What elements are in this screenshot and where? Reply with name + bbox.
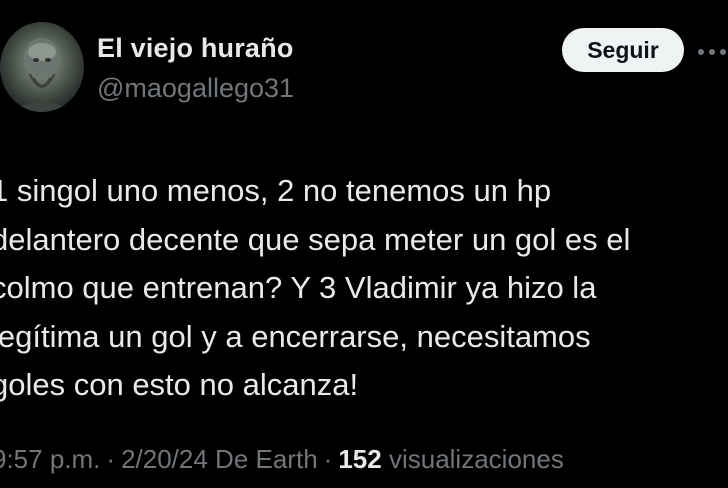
avatar[interactable] [0,22,84,112]
tweet-text-line: 1 singol uno menos, 2 no tenemos un hp [0,173,552,208]
tweet-text: 1 singol uno menos, 2 no tenemos un hp d… [0,167,721,410]
follow-button[interactable]: Seguir [562,28,684,72]
tweet-text-line: goles con esto no alcanza! [0,367,359,402]
tweet-meta: 9:57 p.m. · 2/20/24 De Earth · 152 visualiza… [0,444,564,475]
avatar-statue-image [0,22,84,112]
views-label: visualizaciones [388,444,564,474]
tweet-text-line: colmo que entrenan? Y 3 Vladimir ya hizo… [0,270,597,305]
meta-separator: · [323,444,333,474]
meta-separator: · [106,444,116,474]
tweet-text-line: delantero decente que sepa meter un gol … [0,221,631,257]
views-count[interactable]: 152 [338,444,381,474]
tweet-text-line: legítima un gol y a encerrarse, necesita… [0,318,591,354]
author-display-name[interactable]: El viejo huraño [97,33,294,64]
dot [698,49,704,55]
more-dots-icon[interactable] [698,32,728,72]
author-handle[interactable]: @maogallego31 [97,73,294,104]
dot [709,49,715,55]
dot [720,49,726,55]
tweet-time[interactable]: 9:57 p.m. [0,444,100,474]
tweet-date-source[interactable]: 2/20/24 De Earth [121,444,318,474]
